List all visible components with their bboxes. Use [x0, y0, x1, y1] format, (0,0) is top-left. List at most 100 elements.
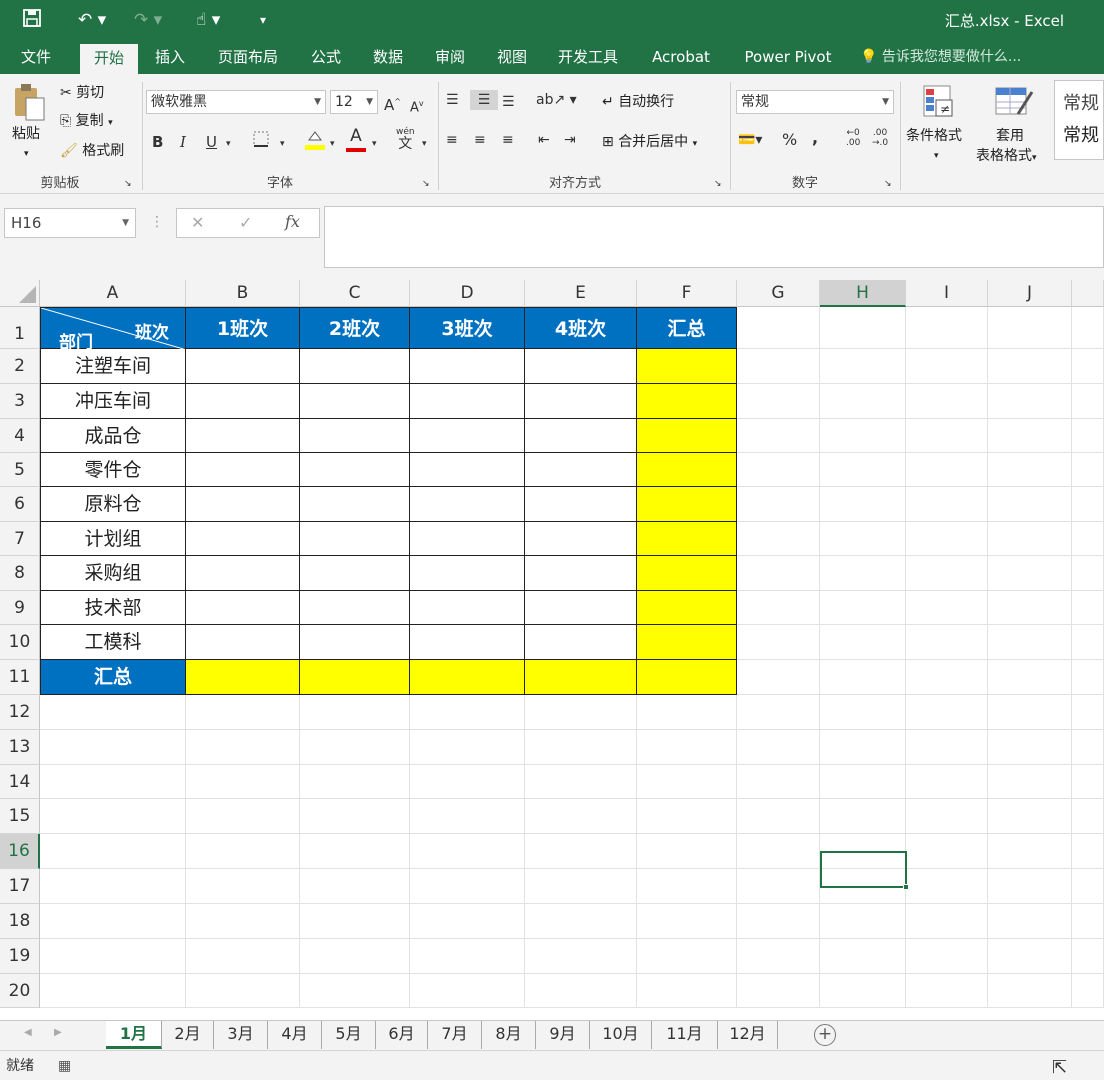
conditional-format-dropdown-icon[interactable]: ▾: [934, 146, 939, 166]
number-format-select[interactable]: 常规 ▼: [736, 90, 894, 114]
grid-cell[interactable]: [525, 869, 637, 904]
grid-cell[interactable]: [820, 730, 906, 765]
font-launcher-icon[interactable]: ↘: [422, 174, 430, 194]
grid-cell[interactable]: [737, 730, 820, 765]
column-header[interactable]: G: [737, 280, 820, 307]
increase-decimal-icon[interactable]: ←0.00: [846, 128, 860, 148]
grid-cell[interactable]: [737, 453, 820, 487]
grid-cell[interactable]: [988, 904, 1072, 939]
row-total-cell[interactable]: [637, 384, 737, 419]
underline-button[interactable]: U: [206, 132, 217, 152]
chevron-down-icon[interactable]: ▼: [122, 209, 129, 237]
value-cell[interactable]: [300, 556, 410, 591]
select-all-corner[interactable]: [0, 280, 40, 307]
tab-acrobat[interactable]: Acrobat: [640, 40, 722, 74]
grid-cell[interactable]: [906, 384, 988, 419]
department-cell[interactable]: 工模科: [40, 625, 186, 660]
grid-cell[interactable]: [300, 730, 410, 765]
grid-cell[interactable]: [906, 695, 988, 730]
grid-cell[interactable]: [820, 556, 906, 591]
grid-cell[interactable]: [300, 834, 410, 869]
value-cell[interactable]: [300, 487, 410, 522]
grid-cell[interactable]: [1072, 307, 1104, 349]
row-header[interactable]: 6: [0, 487, 40, 522]
undo-icon[interactable]: ↶ ▾: [78, 8, 106, 32]
grid-cell[interactable]: [186, 695, 300, 730]
grid-cell[interactable]: [737, 834, 820, 869]
total-label-cell[interactable]: 汇总: [40, 660, 186, 695]
copy-button[interactable]: ⎘ 复制 ▾: [60, 111, 113, 133]
fill-handle[interactable]: [903, 884, 909, 890]
row-header[interactable]: 3: [0, 384, 40, 419]
grid-cell[interactable]: [637, 974, 737, 1008]
grid-cell[interactable]: [637, 904, 737, 939]
sheet-tab[interactable]: 12月: [718, 1021, 778, 1049]
value-cell[interactable]: [410, 522, 525, 556]
value-cell[interactable]: [525, 384, 637, 419]
value-cell[interactable]: [410, 625, 525, 660]
row-total-cell[interactable]: [637, 591, 737, 625]
grid-cell[interactable]: [186, 939, 300, 974]
currency-icon[interactable]: 💳▾: [738, 130, 762, 150]
tab-formulas[interactable]: 公式: [298, 40, 354, 74]
macro-record-icon[interactable]: ▦: [58, 1053, 71, 1079]
grid-cell[interactable]: [637, 834, 737, 869]
grid-cell[interactable]: [1072, 384, 1104, 419]
grid-cell[interactable]: [988, 307, 1072, 349]
sheet-tab[interactable]: 9月: [536, 1021, 590, 1049]
row-header[interactable]: 17: [0, 869, 40, 904]
style-normal-preview-2[interactable]: 常规: [1063, 121, 1099, 147]
department-cell[interactable]: 零件仓: [40, 453, 186, 487]
style-normal-preview[interactable]: 常规: [1063, 89, 1099, 115]
touch-mode-icon[interactable]: ☝ ▾: [196, 8, 220, 32]
tab-insert[interactable]: 插入: [144, 40, 196, 74]
grow-font-icon[interactable]: A^: [384, 92, 401, 115]
grid-cell[interactable]: [820, 419, 906, 453]
column-header[interactable]: D: [410, 280, 525, 307]
grid-cell[interactable]: [40, 869, 186, 904]
grid-cell[interactable]: [637, 799, 737, 834]
row-header[interactable]: 16: [0, 834, 40, 869]
grid-cell[interactable]: [820, 453, 906, 487]
column-header[interactable]: C: [300, 280, 410, 307]
tab-developer[interactable]: 开发工具: [546, 40, 630, 74]
column-total-cell[interactable]: [637, 660, 737, 695]
grid-cell[interactable]: [410, 834, 525, 869]
value-cell[interactable]: [410, 487, 525, 522]
grid-cell[interactable]: [820, 625, 906, 660]
value-cell[interactable]: [525, 453, 637, 487]
alignment-launcher-icon[interactable]: ↘: [714, 174, 722, 194]
value-cell[interactable]: [410, 349, 525, 384]
row-header[interactable]: 11: [0, 660, 40, 695]
customize-icon[interactable]: ▾: [260, 8, 266, 32]
value-cell[interactable]: [300, 349, 410, 384]
grid-cell[interactable]: [410, 730, 525, 765]
phonetic-icon[interactable]: wén 文: [396, 126, 415, 152]
column-header[interactable]: J: [988, 280, 1072, 307]
tab-data[interactable]: 数据: [360, 40, 416, 74]
value-cell[interactable]: [186, 419, 300, 453]
grid-cell[interactable]: [637, 939, 737, 974]
row-header[interactable]: 12: [0, 695, 40, 730]
grid-cell[interactable]: [1072, 522, 1104, 556]
cut-button[interactable]: ✂ 剪切: [60, 83, 104, 103]
grid-cell[interactable]: [820, 591, 906, 625]
column-header[interactable]: H: [820, 280, 906, 307]
grid-cell[interactable]: [525, 939, 637, 974]
value-cell[interactable]: [410, 419, 525, 453]
row-header[interactable]: 10: [0, 625, 40, 660]
grid-cell[interactable]: [40, 765, 186, 799]
grid-cell[interactable]: [906, 307, 988, 349]
value-cell[interactable]: [300, 419, 410, 453]
grid-cell[interactable]: [525, 695, 637, 730]
grid-cell[interactable]: [988, 765, 1072, 799]
department-cell[interactable]: 采购组: [40, 556, 186, 591]
grid-cell[interactable]: [637, 695, 737, 730]
grid-cell[interactable]: [820, 974, 906, 1008]
header-cell[interactable]: 3班次: [410, 307, 525, 349]
tab-review[interactable]: 审阅: [422, 40, 478, 74]
grid-cell[interactable]: [906, 625, 988, 660]
row-header[interactable]: 8: [0, 556, 40, 591]
sheet-tab[interactable]: 8月: [482, 1021, 536, 1049]
grid-cell[interactable]: [737, 384, 820, 419]
